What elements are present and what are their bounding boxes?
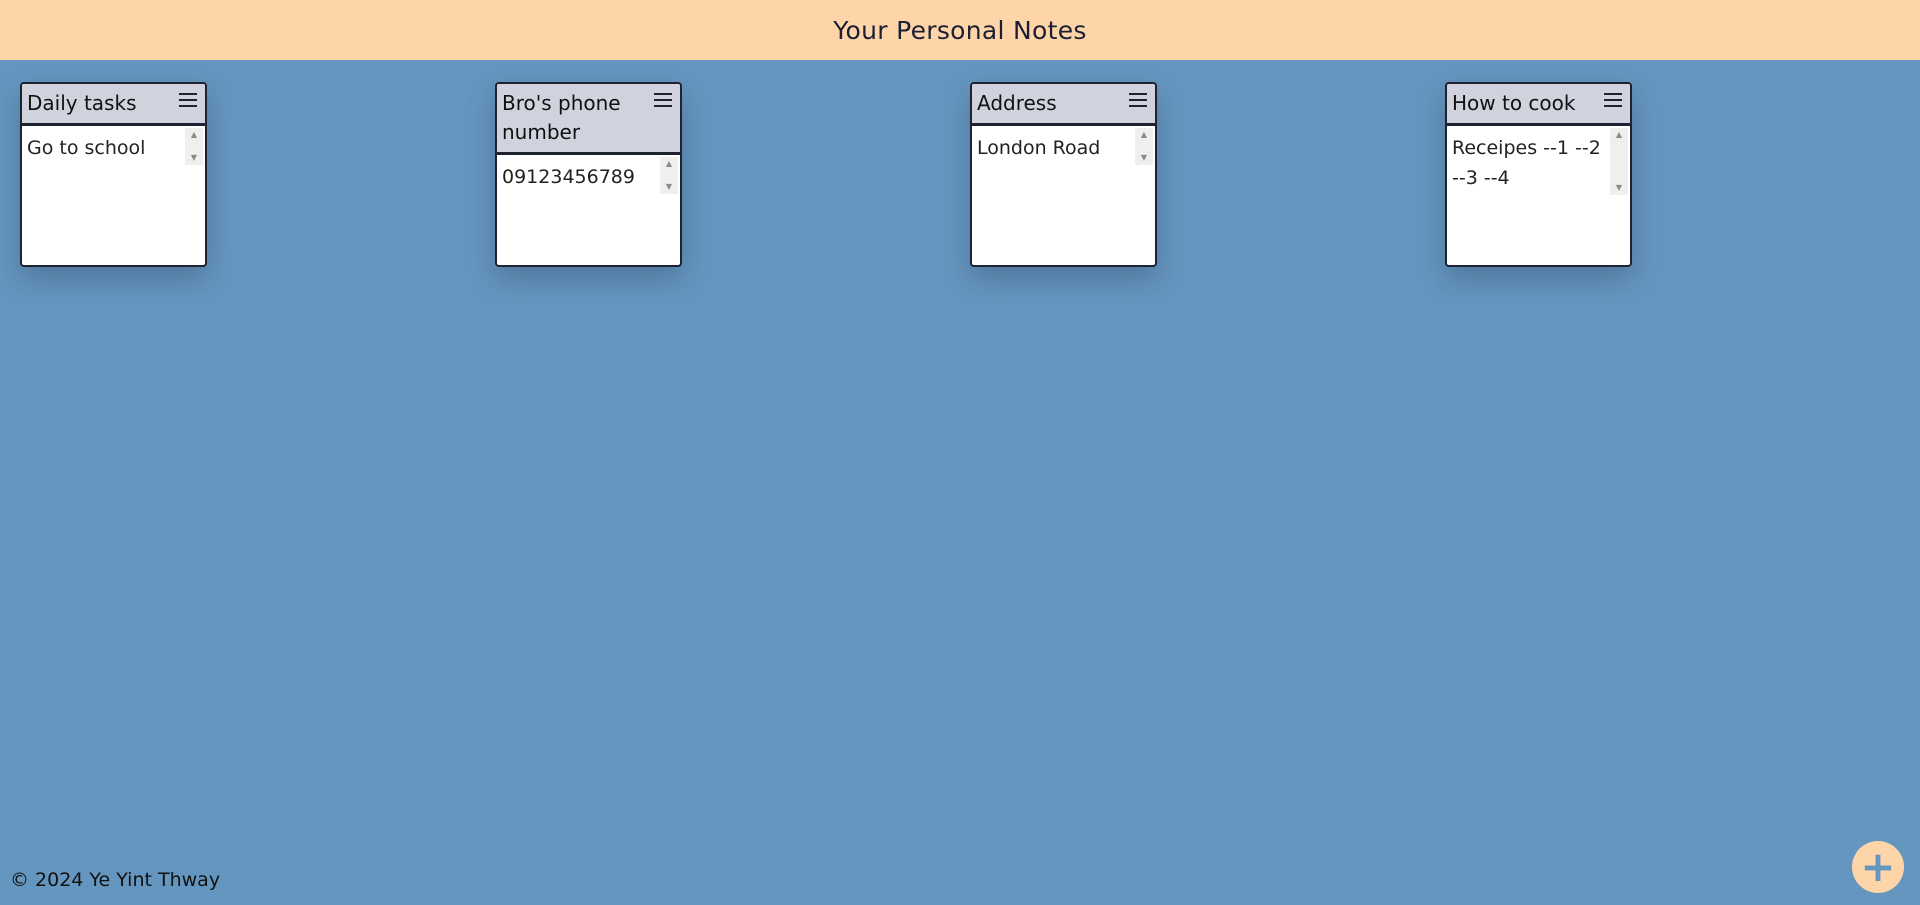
scroll-up-arrow-icon[interactable]: ▲ <box>1141 130 1147 140</box>
note-header: Address <box>972 84 1155 126</box>
note-scrollbar[interactable]: ▲ ▼ <box>1135 128 1153 165</box>
hamburger-menu-icon[interactable] <box>654 93 672 107</box>
note-title: Address <box>977 91 1057 115</box>
scroll-down-arrow-icon[interactable]: ▼ <box>1616 183 1622 193</box>
note-header: Bro's phone number <box>497 84 680 155</box>
scroll-down-arrow-icon[interactable]: ▼ <box>666 182 672 192</box>
scroll-up-arrow-icon[interactable]: ▲ <box>191 130 197 140</box>
note-scrollbar[interactable]: ▲ ▼ <box>185 128 203 165</box>
scroll-down-arrow-icon[interactable]: ▼ <box>1141 153 1147 163</box>
note-title: Bro's phone number <box>502 91 621 144</box>
note-content-area[interactable]: Go to school ▲ ▼ <box>22 126 205 265</box>
app-header: Your Personal Notes <box>0 0 1920 60</box>
scroll-down-arrow-icon[interactable]: ▼ <box>191 153 197 163</box>
note-content-area[interactable]: Receipes --1 --2 --3 --4 ▲ ▼ <box>1447 126 1630 265</box>
note-content-area[interactable]: 09123456789 ▲ ▼ <box>497 155 680 265</box>
page-title: Your Personal Notes <box>833 15 1087 45</box>
hamburger-menu-icon[interactable] <box>1129 93 1147 107</box>
hamburger-menu-icon[interactable] <box>179 93 197 107</box>
note-card[interactable]: How to cook Receipes --1 --2 --3 --4 ▲ ▼ <box>1445 82 1632 267</box>
footer-copyright: © 2024 Ye Yint Thway <box>10 869 221 891</box>
hamburger-menu-icon[interactable] <box>1604 93 1622 107</box>
note-title: How to cook <box>1452 91 1576 115</box>
scroll-up-arrow-icon[interactable]: ▲ <box>1616 130 1622 140</box>
note-scrollbar[interactable]: ▲ ▼ <box>1610 128 1628 195</box>
note-card[interactable]: Daily tasks Go to school ▲ ▼ <box>20 82 207 267</box>
note-header: How to cook <box>1447 84 1630 126</box>
note-content[interactable]: Receipes --1 --2 --3 --4 <box>1452 137 1601 189</box>
note-card[interactable]: Bro's phone number 09123456789 ▲ ▼ <box>495 82 682 267</box>
add-note-button[interactable]: + <box>1852 841 1904 893</box>
note-card[interactable]: Address London Road ▲ ▼ <box>970 82 1157 267</box>
scroll-up-arrow-icon[interactable]: ▲ <box>666 159 672 169</box>
note-scrollbar[interactable]: ▲ ▼ <box>660 157 678 194</box>
note-content[interactable]: Go to school <box>27 137 145 159</box>
note-content[interactable]: London Road <box>977 137 1100 159</box>
note-content[interactable]: 09123456789 <box>502 166 635 188</box>
plus-icon: + <box>1860 842 1896 891</box>
note-header: Daily tasks <box>22 84 205 126</box>
note-title: Daily tasks <box>27 91 137 115</box>
note-content-area[interactable]: London Road ▲ ▼ <box>972 126 1155 265</box>
